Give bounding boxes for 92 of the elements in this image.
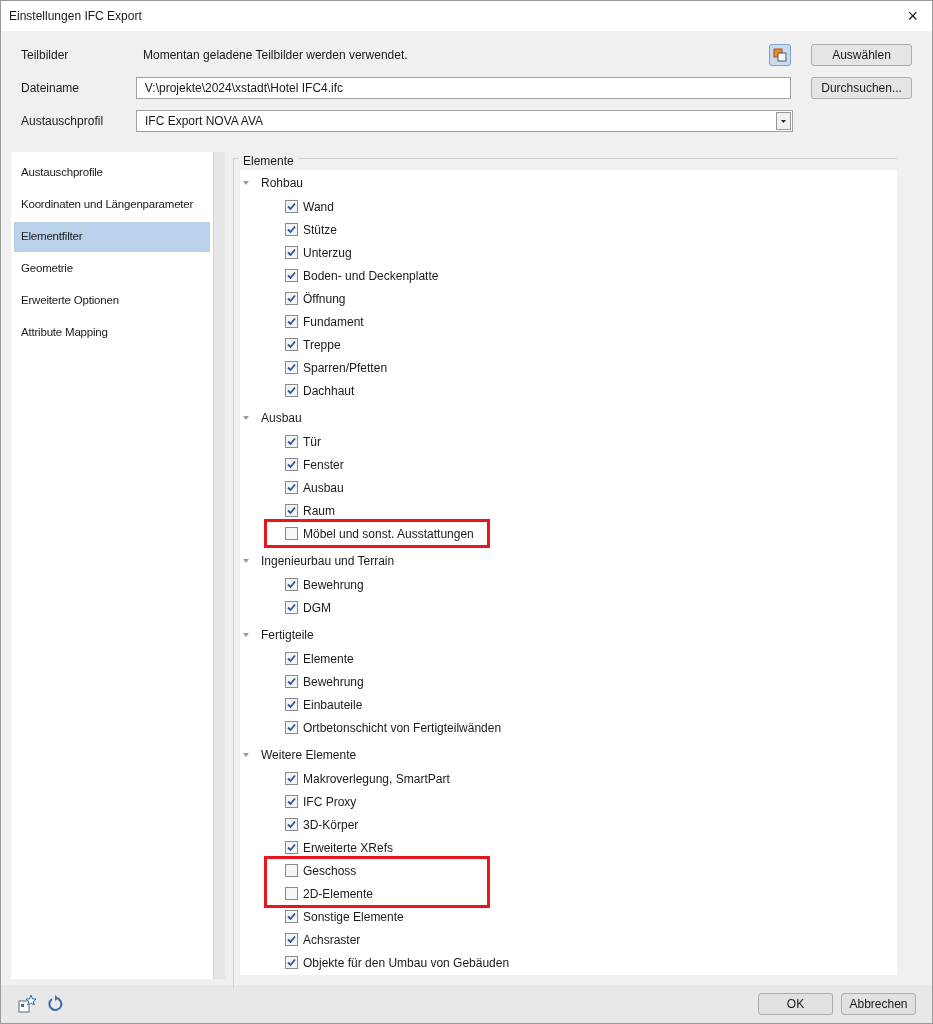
checkbox-label: Treppe (303, 336, 341, 354)
info-text: Momentan geladene Teilbilder werden verwendet. (143, 47, 409, 64)
field-label: Teilbilder (21, 47, 70, 64)
checkbox[interactable] (285, 384, 298, 397)
layers-icon (773, 48, 787, 62)
checkbox-label: DGM (303, 599, 331, 617)
browse-button[interactable]: Durchsuchen... (811, 77, 912, 99)
checkbox-label: Unterzug (303, 244, 352, 262)
checkbox-label: Stütze (303, 221, 338, 239)
checkbox-label: Boden- und Deckenplatte (303, 267, 439, 285)
checkbox[interactable] (285, 315, 298, 328)
checkbox-label: Objekte für den Umbau von Gebäuden (303, 954, 510, 972)
checkbox-label: Öffnung (303, 290, 346, 308)
tree-group-label[interactable]: Ingenieurbau und Terrain (261, 551, 395, 570)
checkbox[interactable] (285, 652, 298, 665)
partial-drawings-button[interactable] (769, 44, 791, 66)
checkbox[interactable] (285, 458, 298, 471)
checkbox-label: Tür (303, 433, 321, 451)
checkbox[interactable] (285, 772, 298, 785)
checkbox[interactable] (285, 292, 298, 305)
sidebar-item[interactable]: Attribute Mapping (14, 318, 210, 348)
select-button[interactable]: Auswählen (811, 44, 912, 66)
checkbox-label: 3D-Körper (303, 816, 359, 834)
field-label: Austauschprofil (21, 113, 105, 130)
checkbox[interactable] (285, 864, 298, 877)
field-label: Dateiname (21, 80, 81, 97)
dropdown-value: IFC Export NOVA AVA (144, 113, 265, 130)
checkbox[interactable] (285, 200, 298, 213)
checkbox[interactable] (285, 578, 298, 591)
sidebar-item[interactable]: Erweiterte Optionen (14, 286, 210, 316)
collapse-arrow-icon[interactable] (242, 413, 250, 422)
checkbox-label: Bewehrung (303, 673, 364, 691)
checkbox-label: Ortbetonschicht von Fertigteilwänden (303, 719, 502, 737)
checkbox[interactable] (285, 246, 298, 259)
collapse-arrow-icon[interactable] (242, 630, 250, 639)
checkbox[interactable] (285, 933, 298, 946)
checkbox[interactable] (285, 435, 298, 448)
checkbox-label: Sparren/Pfetten (303, 359, 388, 377)
close-button[interactable]: × (903, 7, 922, 25)
checkbox[interactable] (285, 841, 298, 854)
collapse-arrow-icon[interactable] (242, 556, 250, 565)
checkbox[interactable] (285, 223, 298, 236)
checkbox[interactable] (285, 818, 298, 831)
checkbox-label: Achsraster (303, 931, 361, 949)
checkbox-label: Möbel und sonst. Ausstattungen (303, 525, 474, 543)
checkbox[interactable] (285, 721, 298, 734)
checkbox[interactable] (285, 698, 298, 711)
checkbox-label: Sonstige Elemente (303, 908, 404, 926)
group-title: Elemente (239, 154, 298, 168)
tree-group-label[interactable]: Weitere Elemente (261, 745, 357, 764)
reset-icon[interactable] (47, 995, 65, 1013)
sidebar-item[interactable]: Austauschprofile (14, 158, 210, 188)
checkbox-label: 2D-Elemente (303, 885, 374, 903)
checkbox[interactable] (285, 956, 298, 969)
checkbox[interactable] (285, 504, 298, 517)
collapse-arrow-icon[interactable] (242, 178, 250, 187)
checkbox-label: Bewehrung (303, 576, 364, 594)
filename-field[interactable]: V:\projekte\2024\xstadt\Hotel IFC4.ifc (135, 77, 792, 99)
favorite-settings-icon[interactable] (17, 994, 37, 1014)
checkbox-label: Fenster (303, 456, 344, 474)
checkbox[interactable] (285, 795, 298, 808)
window-title: Einstellungen IFC Export (9, 8, 142, 25)
checkbox-label: Raum (303, 502, 335, 520)
collapse-arrow-icon[interactable] (242, 750, 250, 759)
sidebar-item[interactable]: Elementfilter (14, 222, 210, 252)
checkbox[interactable] (285, 527, 298, 540)
checkbox-label: Fundament (303, 313, 364, 331)
checkbox[interactable] (285, 675, 298, 688)
checkbox-label: Wand (303, 198, 334, 216)
sidebar-item[interactable]: Geometrie (14, 254, 210, 284)
checkbox-label: Erweiterte XRefs (303, 839, 394, 857)
tree-group-label[interactable]: Rohbau (261, 173, 304, 192)
sidebar-item[interactable]: Koordinaten und Längenparameter (14, 190, 210, 220)
checkbox-label: Einbauteile (303, 696, 363, 714)
ok-button[interactable]: OK (758, 993, 833, 1015)
checkbox-label: Makroverlegung, SmartPart (303, 770, 450, 788)
checkbox[interactable] (285, 338, 298, 351)
checkbox-label: Geschoss (303, 862, 357, 880)
checkbox[interactable] (285, 887, 298, 900)
checkbox[interactable] (285, 910, 298, 923)
checkbox-label: Ausbau (303, 479, 344, 497)
checkbox-label: IFC Proxy (303, 793, 357, 811)
checkbox-label: Elemente (303, 650, 354, 668)
checkbox[interactable] (285, 481, 298, 494)
checkbox[interactable] (285, 361, 298, 374)
checkbox-label: Dachhaut (303, 382, 355, 400)
profile-dropdown[interactable]: IFC Export NOVA AVA (136, 110, 793, 132)
tree-group-label[interactable]: Ausbau (261, 408, 302, 427)
checkbox[interactable] (285, 601, 298, 614)
tree-group-label[interactable]: Fertigteile (261, 625, 314, 644)
checkbox[interactable] (285, 269, 298, 282)
cancel-button[interactable]: Abbrechen (841, 993, 916, 1015)
